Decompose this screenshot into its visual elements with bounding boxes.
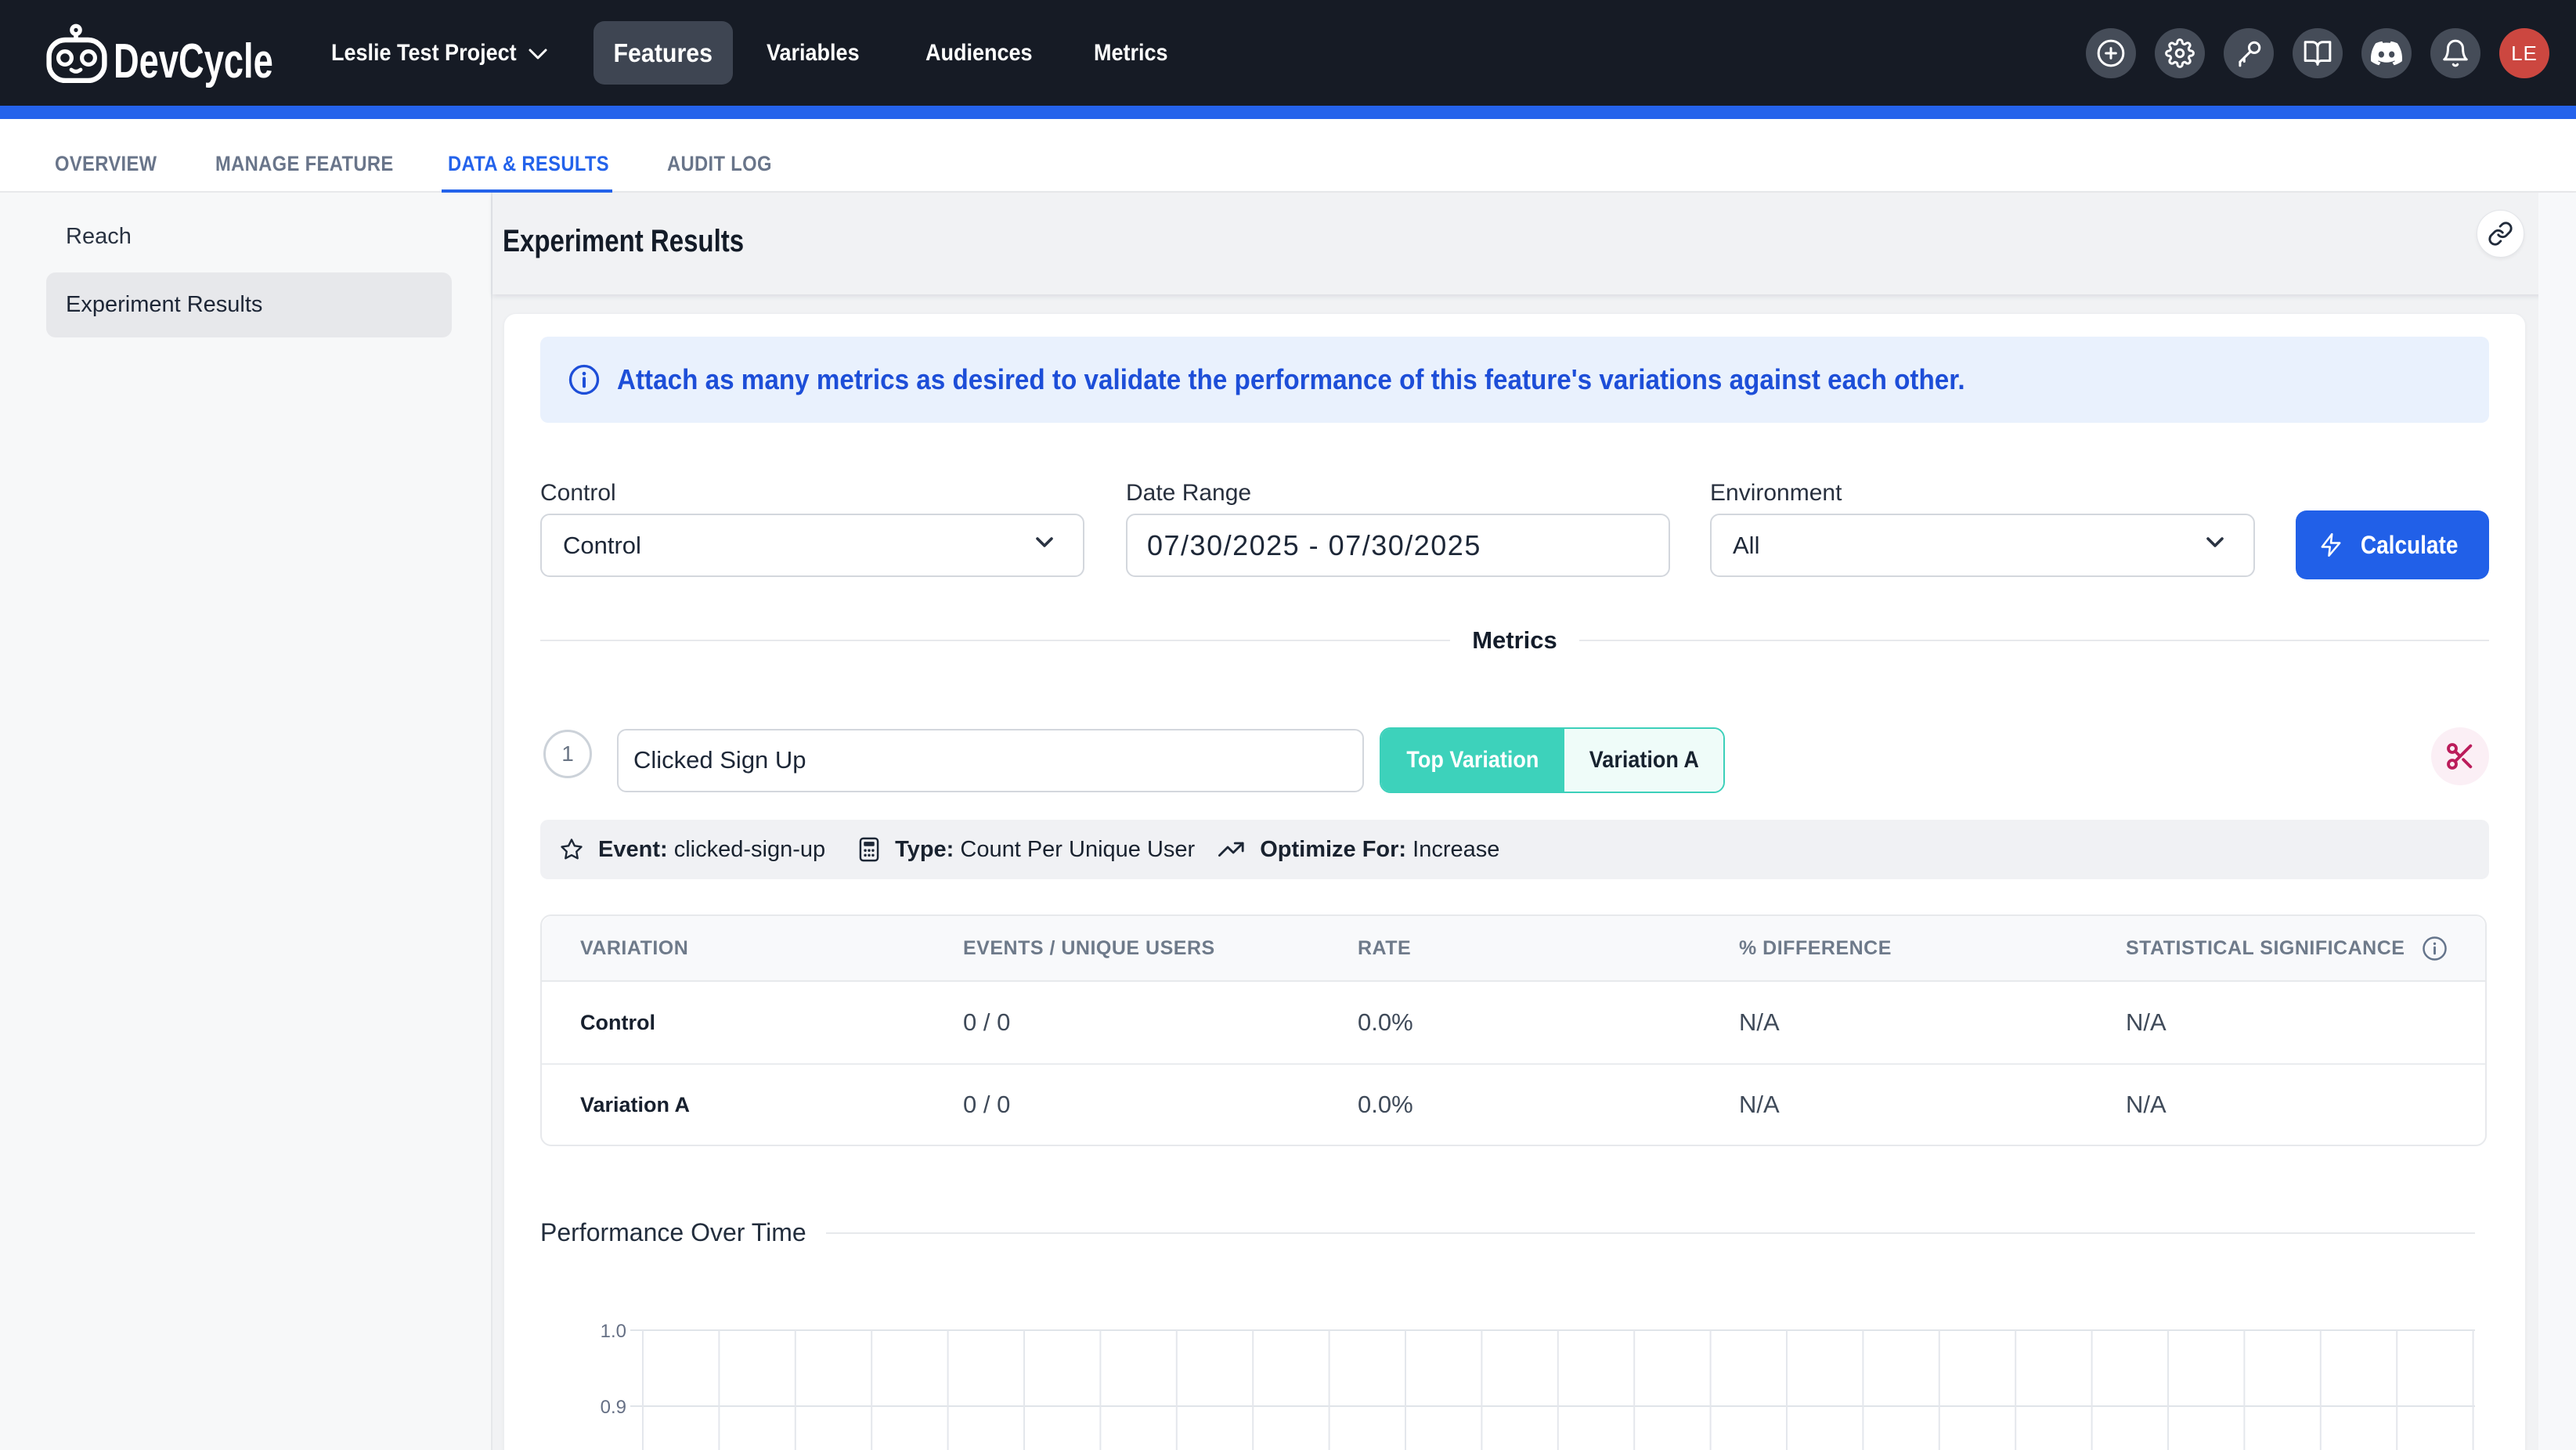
svg-text:0.9: 0.9 [601,1397,626,1418]
svg-text:1.0: 1.0 [601,1321,626,1342]
